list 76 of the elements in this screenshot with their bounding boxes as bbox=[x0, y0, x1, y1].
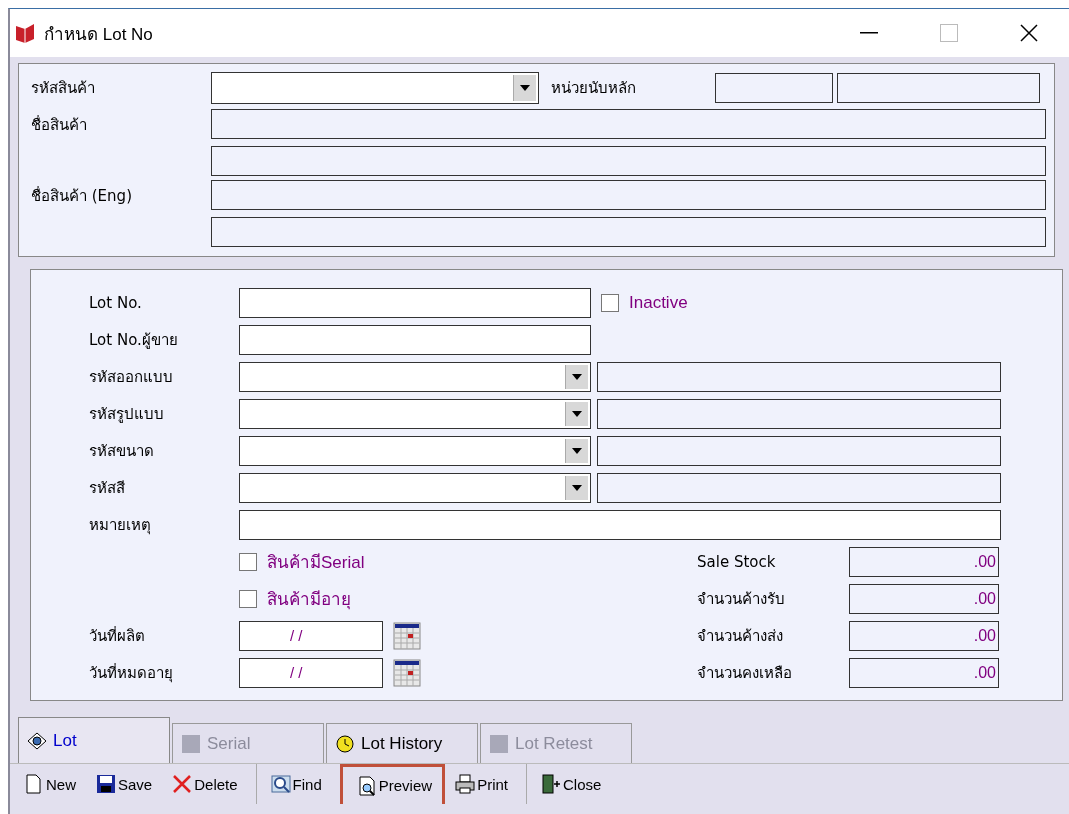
book-icon bbox=[14, 23, 36, 43]
dropdown-arrow-icon bbox=[572, 484, 582, 491]
field-label: รหัสขนาด bbox=[89, 440, 155, 462]
input-field[interactable] bbox=[239, 509, 1001, 540]
checkbox[interactable]: สินค้ามีอายุ bbox=[239, 585, 351, 612]
field-label: วันที่ผลิต bbox=[89, 625, 146, 647]
printer-icon bbox=[455, 774, 476, 794]
dropdown-arrow-icon bbox=[520, 85, 530, 92]
dropdown-arrow-icon bbox=[572, 373, 582, 380]
field-label: วันที่หมดอายุ bbox=[89, 662, 174, 685]
magnifier-icon bbox=[270, 774, 291, 794]
field-label: รหัสสี bbox=[89, 477, 126, 499]
input-field[interactable] bbox=[715, 73, 833, 104]
dropdown-field[interactable] bbox=[239, 435, 591, 466]
input-field[interactable] bbox=[211, 180, 1046, 211]
field-label: Sale Stock bbox=[697, 551, 777, 573]
number-field[interactable]: .00 bbox=[849, 620, 999, 651]
toolbar-button[interactable]: Preview bbox=[339, 764, 446, 804]
number-field[interactable]: .00 bbox=[849, 657, 999, 688]
field-label: จำนวนคงเหลือ bbox=[697, 662, 793, 684]
field-label: จำนวนค้างส่ง bbox=[697, 625, 784, 647]
input-field[interactable] bbox=[597, 398, 1001, 429]
tab[interactable]: Lot bbox=[18, 717, 170, 763]
input-field[interactable] bbox=[239, 287, 591, 318]
field-label: รหัสสินค้า bbox=[31, 78, 96, 99]
toolbar-button[interactable]: Delete bbox=[162, 764, 248, 804]
input-field[interactable] bbox=[239, 324, 591, 355]
dropdown-field[interactable] bbox=[211, 72, 539, 105]
toolbar-button[interactable]: Print bbox=[445, 764, 518, 804]
checkbox[interactable]: Inactive bbox=[601, 292, 688, 313]
dropdown-field[interactable] bbox=[239, 472, 591, 503]
number-field[interactable]: .00 bbox=[849, 583, 999, 614]
page-icon bbox=[24, 774, 44, 794]
dropdown-arrow-icon bbox=[572, 447, 582, 454]
save-icon bbox=[96, 774, 116, 794]
date-field[interactable]: / / bbox=[239, 657, 383, 688]
field-label: รหัสรูปแบบ bbox=[89, 403, 165, 425]
field-label: ชื่อสินค้า (Eng) bbox=[31, 185, 133, 208]
input-field[interactable] bbox=[211, 108, 1046, 139]
calendar-icon[interactable] bbox=[393, 658, 421, 687]
tab[interactable]: Lot History bbox=[326, 723, 478, 763]
input-field[interactable] bbox=[211, 145, 1046, 176]
input-field[interactable] bbox=[597, 472, 1001, 503]
clock-icon bbox=[335, 733, 355, 754]
door-icon bbox=[540, 774, 561, 794]
input-field[interactable] bbox=[597, 361, 1001, 392]
input-field[interactable] bbox=[837, 73, 1040, 104]
preview-icon bbox=[356, 775, 377, 796]
field-label: Lot No.ผู้ขาย bbox=[89, 329, 179, 351]
field-label: จำนวนค้างรับ bbox=[697, 588, 786, 610]
input-field[interactable] bbox=[211, 217, 1046, 248]
diamond-icon bbox=[27, 730, 47, 751]
number-field[interactable]: .00 bbox=[849, 546, 999, 577]
checkbox[interactable]: สินค้ามีSerial bbox=[239, 548, 365, 575]
toolbar-button[interactable]: Close bbox=[525, 764, 612, 804]
maximize-icon bbox=[940, 24, 958, 42]
dropdown-arrow-icon bbox=[572, 410, 582, 417]
field-label: รหัสออกแบบ bbox=[89, 366, 174, 388]
field-label: Lot No. bbox=[89, 292, 143, 314]
window-title: กำหนด Lot No bbox=[44, 23, 154, 46]
minimize-icon bbox=[860, 32, 878, 34]
field-label: หน่วยนับหลัก bbox=[551, 78, 637, 100]
square-icon bbox=[489, 733, 509, 754]
input-field[interactable] bbox=[597, 435, 1001, 466]
field-label: ชื่อสินค้า bbox=[31, 114, 88, 136]
toolbar-button[interactable]: Find bbox=[255, 764, 332, 804]
toolbar-button[interactable]: New bbox=[14, 764, 86, 804]
dropdown-field[interactable] bbox=[239, 398, 591, 429]
close-icon bbox=[1020, 24, 1038, 42]
calendar-icon[interactable] bbox=[393, 621, 421, 650]
field-label: หมายเหตุ bbox=[89, 514, 152, 537]
toolbar-button[interactable]: Save bbox=[86, 764, 163, 804]
date-field[interactable]: / / bbox=[239, 620, 383, 651]
delete-icon bbox=[172, 774, 193, 794]
dropdown-field[interactable] bbox=[239, 361, 591, 392]
square-icon bbox=[181, 733, 201, 754]
